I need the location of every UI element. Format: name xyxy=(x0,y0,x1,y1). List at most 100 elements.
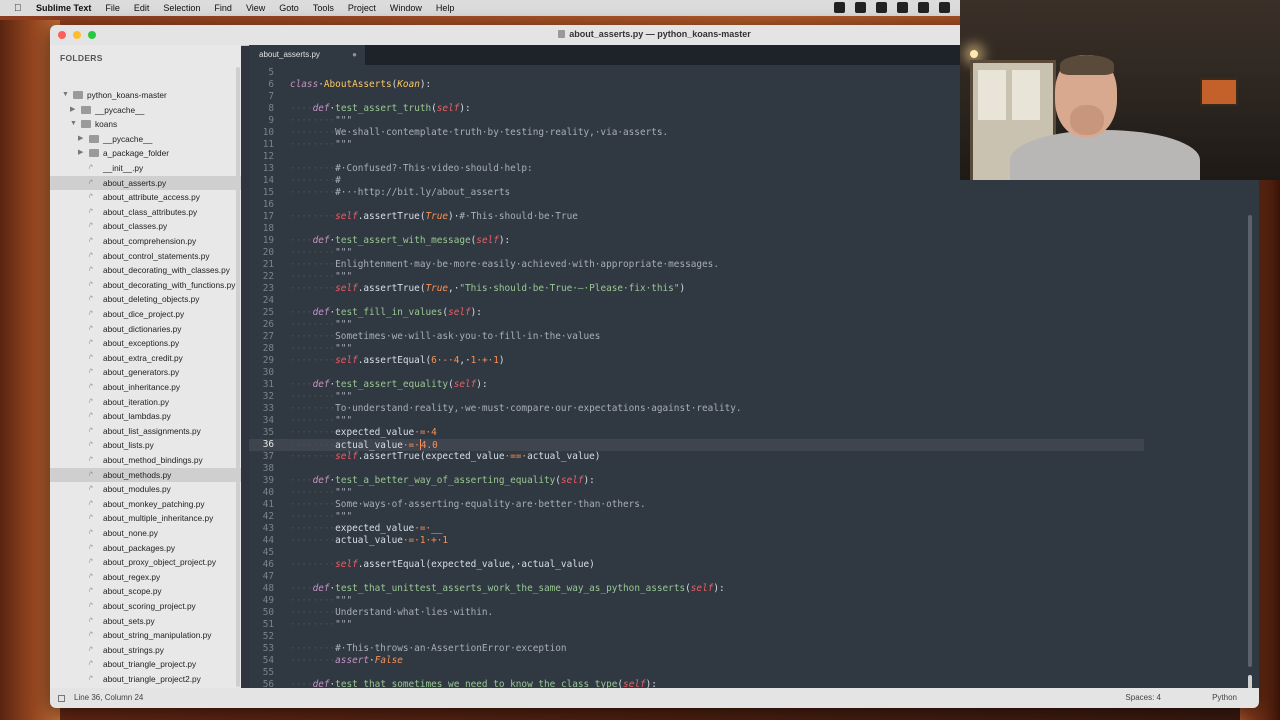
menu-file[interactable]: File xyxy=(105,3,120,13)
apple-icon[interactable]:  xyxy=(14,3,26,14)
line-number[interactable]: 32 xyxy=(249,391,274,403)
tab-dirty-indicator-icon[interactable]: ● xyxy=(352,45,357,65)
file-item[interactable]: /* __init__.py xyxy=(50,161,241,175)
line-number[interactable]: 49 xyxy=(249,595,274,607)
app-menu[interactable]: Sublime Text xyxy=(36,3,91,13)
line-number[interactable]: 19 xyxy=(249,235,274,247)
file-item[interactable]: /* about_deleting_objects.py xyxy=(50,292,241,306)
line-number[interactable]: 30 xyxy=(249,367,274,379)
file-item[interactable]: /* about_asserts.py xyxy=(50,175,241,190)
line-number[interactable]: 23 xyxy=(249,283,274,295)
file-item[interactable]: /* about_triangle_project.py xyxy=(50,657,241,671)
line-number[interactable]: 35 xyxy=(249,427,274,439)
share-icon[interactable] xyxy=(876,2,887,13)
code-line[interactable]: 25 ····def·test_fill_in_values(self): xyxy=(249,307,1249,319)
line-number[interactable]: 55 xyxy=(249,667,274,679)
menu-tools[interactable]: Tools xyxy=(313,3,334,13)
code-line[interactable]: 19 ····def·test_assert_with_message(self)… xyxy=(249,235,1249,247)
code-line[interactable]: 34 ········""" xyxy=(249,415,1249,427)
line-number[interactable]: 13 xyxy=(249,163,274,175)
disclosure-closed-icon[interactable]: ▶ xyxy=(70,103,75,117)
line-number[interactable]: 54 xyxy=(249,655,274,667)
file-item[interactable]: /* about_scoring_project.py xyxy=(50,599,241,613)
file-item[interactable]: /* about_proxy_object_project.py xyxy=(50,555,241,569)
code-line[interactable]: 48 ····def·test_that_unittest_asserts_wor… xyxy=(249,583,1249,595)
code-line[interactable]: 49 ········""" xyxy=(249,595,1249,607)
code-line[interactable]: 27 ········Sometimes·we·will·ask·you·to·f… xyxy=(249,331,1249,343)
code-line[interactable]: 46 ········self.assertEqual(expected_valu… xyxy=(249,559,1249,571)
line-number[interactable]: 41 xyxy=(249,499,274,511)
code-line[interactable]: 32 ········""" xyxy=(249,391,1249,403)
editor-minimap-handle[interactable] xyxy=(1248,675,1252,689)
menu-help[interactable]: Help xyxy=(436,3,455,13)
syntax-selector[interactable]: Python xyxy=(1212,688,1237,708)
line-number[interactable]: 26 xyxy=(249,319,274,331)
editor-scrollbar[interactable] xyxy=(1248,215,1252,667)
line-number[interactable]: 12 xyxy=(249,151,274,163)
line-number[interactable]: 33 xyxy=(249,403,274,415)
line-number[interactable]: 29 xyxy=(249,355,274,367)
code-line[interactable]: 41 ········Some·ways·of·asserting·equalit… xyxy=(249,499,1249,511)
menu-find[interactable]: Find xyxy=(214,3,232,13)
code-line[interactable]: 20 ········""" xyxy=(249,247,1249,259)
code-line[interactable]: 39 ····def·test_a_better_way_of_asserting… xyxy=(249,475,1249,487)
file-item[interactable]: /* about_methods.py xyxy=(50,467,241,482)
folder-item[interactable]: ▼ koans xyxy=(50,117,241,131)
code-line[interactable]: 17 ········self.assertTrue(True)·#·This·s… xyxy=(249,211,1249,223)
line-number[interactable]: 31 xyxy=(249,379,274,391)
code-line[interactable]: 45 xyxy=(249,547,1249,559)
sidebar-scrollbar[interactable] xyxy=(236,67,240,687)
line-number[interactable]: 37 xyxy=(249,451,274,463)
file-item[interactable]: /* about_sets.py xyxy=(50,614,241,628)
line-number[interactable]: 10 xyxy=(249,127,274,139)
file-item[interactable]: /* about_control_statements.py xyxy=(50,249,241,263)
line-number[interactable]: 9 xyxy=(249,115,274,127)
line-number[interactable]: 48 xyxy=(249,583,274,595)
file-item[interactable]: /* about_lists.py xyxy=(50,438,241,452)
file-item[interactable]: /* about_dictionaries.py xyxy=(50,322,241,336)
record-icon[interactable] xyxy=(834,2,845,13)
code-line[interactable]: 21 ········Enlightenment·may·be·more·easi… xyxy=(249,259,1249,271)
code-line[interactable]: 56 ····def·test_that_sometimes_we_need_to… xyxy=(249,679,1249,688)
file-item[interactable]: /* about_classes.py xyxy=(50,219,241,233)
panel-toggle-icon[interactable] xyxy=(58,695,65,702)
line-number[interactable]: 6 xyxy=(249,79,274,91)
file-item[interactable]: /* about_exceptions.py xyxy=(50,336,241,350)
line-number[interactable]: 15 xyxy=(249,187,274,199)
file-item[interactable]: /* about_generators.py xyxy=(50,365,241,379)
file-item[interactable]: /* about_monkey_patching.py xyxy=(50,497,241,511)
code-line[interactable]: 42 ········""" xyxy=(249,511,1249,523)
file-item[interactable]: /* about_dice_project.py xyxy=(50,307,241,321)
line-number[interactable]: 46 xyxy=(249,559,274,571)
code-line[interactable]: 51 ········""" xyxy=(249,619,1249,631)
code-line[interactable]: 33 ········To·understand·reality,·we·must… xyxy=(249,403,1249,415)
folder-item[interactable]: ▶ __pycache__ xyxy=(50,103,241,117)
line-number[interactable]: 51 xyxy=(249,619,274,631)
line-number[interactable]: 27 xyxy=(249,331,274,343)
file-item[interactable]: /* about_attribute_access.py xyxy=(50,190,241,204)
code-line[interactable]: 28 ········""" xyxy=(249,343,1249,355)
code-line[interactable]: 50 ········Understand·what·lies·within. xyxy=(249,607,1249,619)
code-line[interactable]: 40 ········""" xyxy=(249,487,1249,499)
file-item[interactable]: /* about_scope.py xyxy=(50,584,241,598)
file-item[interactable]: /* about_none.py xyxy=(50,526,241,540)
line-number[interactable]: 8 xyxy=(249,103,274,115)
code-line[interactable]: 47 xyxy=(249,571,1249,583)
line-number[interactable]: 40 xyxy=(249,487,274,499)
code-line[interactable]: 53 ········#·This·throws·an·AssertionErro… xyxy=(249,643,1249,655)
line-number[interactable]: 5 xyxy=(249,67,274,79)
file-item[interactable]: /* about_method_bindings.py xyxy=(50,453,241,467)
file-item[interactable]: /* about_packages.py xyxy=(50,541,241,555)
code-line[interactable]: 52 xyxy=(249,631,1249,643)
code-line[interactable]: 23 ········self.assertTrue(True,·"This·sh… xyxy=(249,283,1249,295)
line-number[interactable]: 28 xyxy=(249,343,274,355)
code-line[interactable]: 24 xyxy=(249,295,1249,307)
code-line[interactable]: 15 ········#···http://bit.ly/about_assert… xyxy=(249,187,1249,199)
code-line[interactable]: 16 xyxy=(249,199,1249,211)
camera-icon[interactable] xyxy=(918,2,929,13)
file-item[interactable]: /* about_decorating_with_classes.py xyxy=(50,263,241,277)
menu-edit[interactable]: Edit xyxy=(134,3,150,13)
disclosure-closed-icon[interactable]: ▶ xyxy=(78,146,83,160)
file-item[interactable]: /* about_modules.py xyxy=(50,482,241,496)
folder-item[interactable]: ▶ a_package_folder xyxy=(50,146,241,160)
